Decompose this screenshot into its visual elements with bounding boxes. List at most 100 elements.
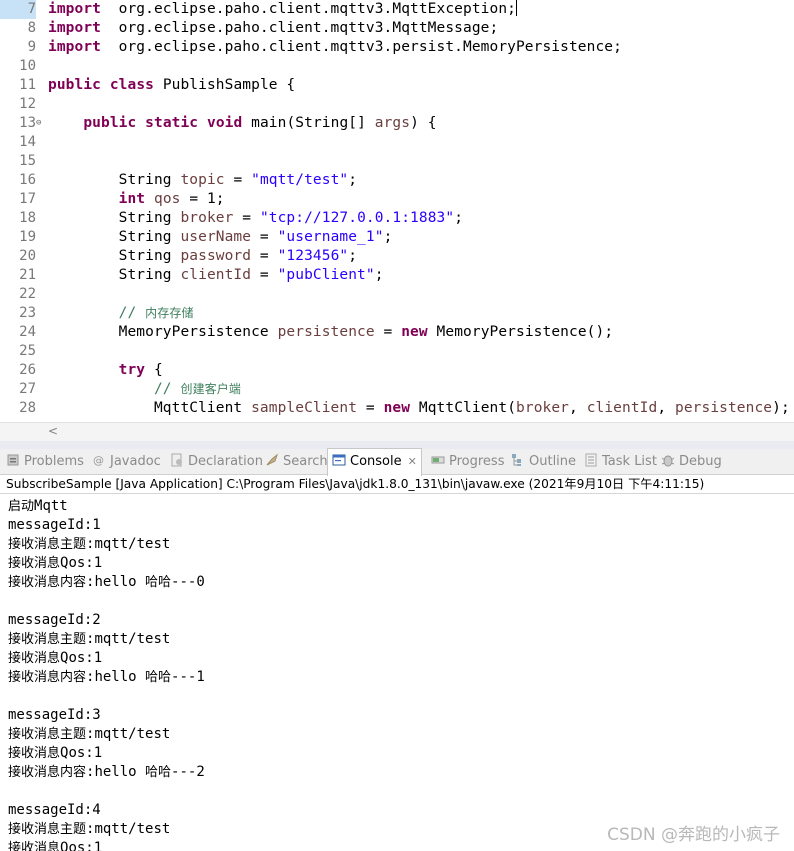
console-text: messageId:3 <box>8 707 101 723</box>
search-icon <box>265 451 279 466</box>
code-token: , <box>657 400 675 416</box>
views-tab-bar: Problems @ Javadoc Declaration Search Console… <box>0 448 794 476</box>
code-token: void <box>206 115 243 131</box>
console-text: messageId:2 <box>8 612 101 628</box>
code-line[interactable]: 25 <box>0 342 794 361</box>
tab-declaration[interactable]: Declaration <box>170 449 263 474</box>
code-text: import org.eclipse.paho.client.mqttv3.pe… <box>48 38 622 57</box>
code-line[interactable]: 9 import org.eclipse.paho.client.mqttv3.p… <box>0 38 794 57</box>
console-text: 接收消息内容 <box>8 575 87 590</box>
code-token: // <box>118 305 146 321</box>
console-text: :hello <box>86 764 146 780</box>
code-line[interactable]: 22 <box>0 285 794 304</box>
line-number: 20 <box>19 248 36 264</box>
line-number: 12 <box>19 96 36 112</box>
console-text: :hello <box>86 669 146 685</box>
code-token: int <box>118 191 146 207</box>
code-token: = 1; <box>180 191 225 207</box>
close-icon[interactable]: ✕ <box>408 455 417 468</box>
console-line: 接收消息Qos:1 <box>8 649 102 668</box>
tab-javadoc[interactable]: @ Javadoc <box>92 449 161 474</box>
code-line[interactable]: 19 String userName = "username_1"; <box>0 228 794 247</box>
code-line[interactable]: 13 ⊖ public static void main(String[] arg… <box>0 114 794 133</box>
tab-debug[interactable]: Debug <box>661 449 722 474</box>
line-number: 11 <box>19 77 36 93</box>
code-line[interactable]: 28 MqttClient sampleClient = new MqttCli… <box>0 399 794 418</box>
console-text: ---1 <box>171 669 205 685</box>
editor-horizontal-scrollbar[interactable]: < <box>0 422 794 441</box>
console-line: 接收消息主题:mqtt/test <box>8 535 170 554</box>
console-text: 接收消息主题 <box>8 632 87 647</box>
code-text: public class PublishSample { <box>48 76 295 95</box>
console-text: Qos:1 <box>60 555 103 571</box>
line-number: 18 <box>19 210 36 226</box>
code-token: , <box>569 400 587 416</box>
tab-problems[interactable]: Problems <box>6 449 84 474</box>
console-output[interactable]: 启动Mqtt messageId:1 接收消息主题:mqtt/test 接收消息Qos… <box>0 494 794 851</box>
outline-icon <box>511 451 525 466</box>
code-line[interactable]: 15 <box>0 152 794 171</box>
debug-icon <box>661 451 675 467</box>
console-text: messageId:1 <box>8 517 101 533</box>
code-line[interactable]: 10 <box>0 57 794 76</box>
code-token: new <box>383 400 411 416</box>
code-token: import <box>48 39 101 55</box>
code-line[interactable]: 23 // 内存存储 <box>0 304 794 323</box>
tab-progress[interactable]: Progress <box>431 449 504 474</box>
tab-outline[interactable]: Outline <box>511 449 576 474</box>
code-line[interactable]: 24 MemoryPersistence persistence = new M… <box>0 323 794 342</box>
code-editor[interactable]: 7 import org.eclipse.paho.client.mqttv3.M… <box>0 0 794 422</box>
code-line[interactable]: 8 import org.eclipse.paho.client.mqttv3.M… <box>0 19 794 38</box>
code-text: public static void main(String[] args) { <box>48 114 437 133</box>
code-line[interactable]: 16 String topic = "mqtt/test"; <box>0 171 794 190</box>
console-text: 接收消息主题 <box>8 727 87 742</box>
tab-console[interactable]: Console ✕ <box>327 448 422 476</box>
code-line[interactable]: 17 int qos = 1; <box>0 190 794 209</box>
task-list-icon <box>584 451 598 467</box>
line-number: 13 <box>19 115 36 131</box>
fold-toggle-icon[interactable]: ⊖ <box>36 114 41 133</box>
code-line[interactable]: 7 import org.eclipse.paho.client.mqttv3.M… <box>0 0 794 19</box>
code-text: // 创建客户端 <box>48 380 241 399</box>
line-number: 14 <box>19 134 36 150</box>
code-token: ; <box>348 172 358 188</box>
at-icon: @ <box>92 451 106 467</box>
code-line[interactable]: 18 String broker = "tcp://127.0.0.1:1883… <box>0 209 794 228</box>
code-line[interactable]: 27 // 创建客户端 <box>0 380 794 399</box>
code-line[interactable]: 12 <box>0 95 794 114</box>
console-line: 接收消息Qos:1 <box>8 744 102 763</box>
code-token: = <box>357 400 384 416</box>
code-line[interactable]: 14 <box>0 133 794 152</box>
scroll-left-icon[interactable]: < <box>48 424 58 438</box>
code-token: // <box>153 381 181 397</box>
code-line[interactable]: 20 String password = "123456"; <box>0 247 794 266</box>
code-token: sampleClient <box>251 400 358 416</box>
code-token: org.eclipse.paho.client.mqttv3.persist.M… <box>100 39 622 55</box>
tab-label: Progress <box>449 454 505 469</box>
line-number: 21 <box>19 267 36 283</box>
code-line[interactable]: 11 public class PublishSample { <box>0 76 794 95</box>
tab-label: Outline <box>529 454 577 469</box>
console-text: 接收消息 <box>8 556 61 571</box>
code-text: MemoryPersistence persistence = new Memo… <box>48 323 613 342</box>
code-text: int qos = 1; <box>48 190 225 209</box>
tab-label: Declaration <box>188 454 263 469</box>
code-token: MemoryPersistence(); <box>427 324 614 340</box>
code-token: main(String[] <box>242 115 375 131</box>
code-token: = <box>251 229 278 245</box>
code-token: String <box>48 248 181 264</box>
console-text: :mqtt/test <box>86 821 171 837</box>
code-token: "tcp://127.0.0.1:1883" <box>259 210 455 226</box>
console-text: 哈哈 <box>145 765 172 780</box>
code-token: MemoryPersistence <box>48 324 278 340</box>
code-token: ) { <box>410 115 437 131</box>
console-text: :hello <box>86 574 146 590</box>
code-line[interactable]: 21 String clientId = "pubClient"; <box>0 266 794 285</box>
code-line[interactable]: 26 try { <box>0 361 794 380</box>
code-token: broker <box>180 210 234 226</box>
tab-search[interactable]: Search <box>265 449 328 474</box>
code-token: "mqtt/test" <box>251 172 349 188</box>
tab-task-list[interactable]: Task List <box>584 449 657 474</box>
console-line: 接收消息主题:mqtt/test <box>8 820 170 839</box>
